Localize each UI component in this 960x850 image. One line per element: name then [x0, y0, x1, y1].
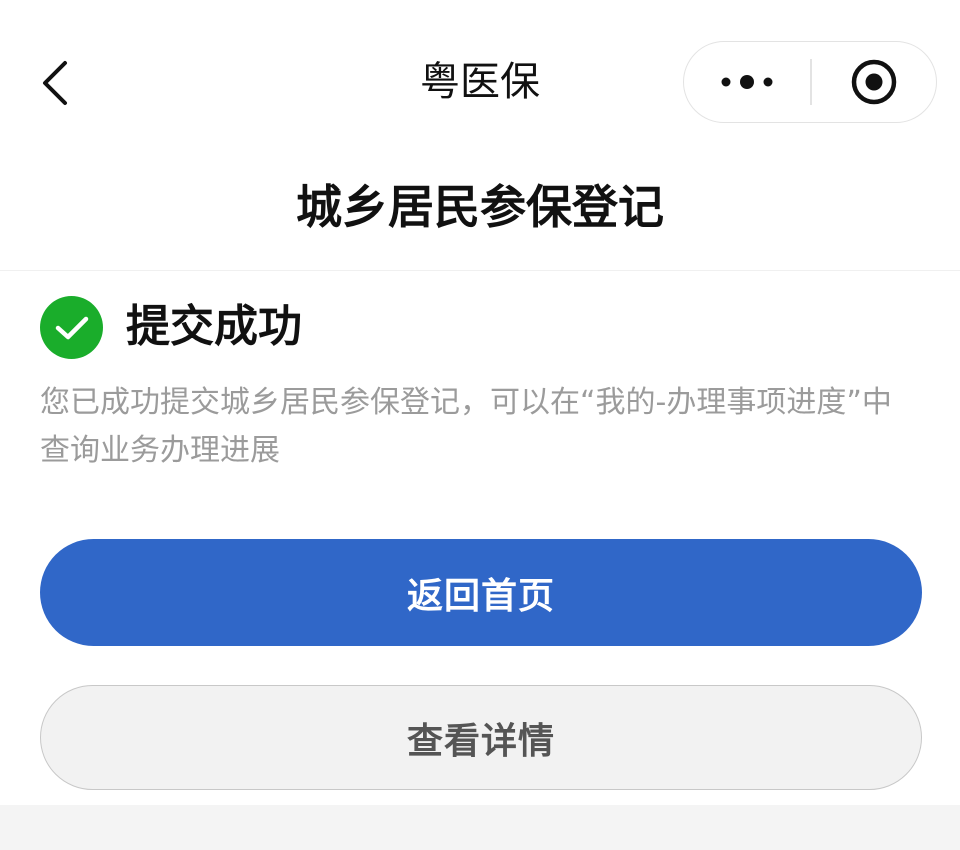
view-details-button[interactable]: 查看详情 — [40, 685, 922, 790]
more-dots-icon — [721, 75, 773, 89]
close-button[interactable] — [812, 42, 936, 122]
result-card: 提交成功 您已成功提交城乡居民参保登记，可以在“我的-办理事项进度”中查询业务办… — [0, 270, 960, 805]
page-heading: 城乡居民参保登记 — [296, 180, 664, 234]
navigation-bar: 粤医保 — [0, 0, 960, 165]
page-bottom — [0, 805, 960, 850]
target-circle-icon — [851, 59, 897, 105]
more-button[interactable] — [684, 42, 810, 122]
result-description: 您已成功提交城乡居民参保登记，可以在“我的-办理事项进度”中查询业务办理进展 — [40, 385, 892, 468]
result-title: 提交成功 — [126, 301, 302, 352]
back-home-button[interactable]: 返回首页 — [40, 539, 922, 646]
back-button[interactable] — [30, 55, 80, 111]
check-circle-icon — [40, 296, 103, 359]
mini-program-capsule — [683, 41, 937, 123]
chevron-left-icon — [43, 61, 67, 105]
